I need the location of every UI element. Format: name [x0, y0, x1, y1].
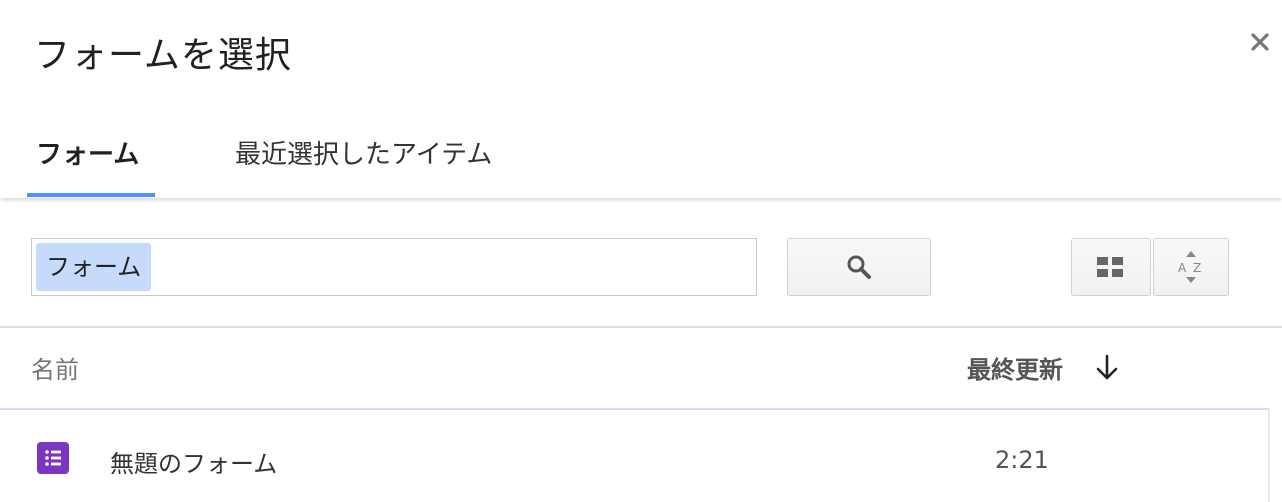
file-name: 無題のフォーム	[110, 450, 278, 478]
arrow-down-icon[interactable]	[1094, 354, 1120, 382]
sort-button[interactable]: A Z	[1153, 238, 1229, 296]
picker-dialog: フォームを選択 フォーム 最近選択したアイテム フォーム A Z 名前 最終更新…	[0, 0, 1282, 502]
search-button[interactable]	[787, 238, 931, 296]
sort-az-icon: A Z	[1178, 251, 1201, 283]
file-modified-time: 2:21	[995, 446, 1049, 474]
search-input[interactable]: フォーム	[31, 238, 757, 296]
svg-text:A: A	[1178, 261, 1187, 275]
svg-text:Z: Z	[1193, 261, 1201, 275]
forms-icon	[37, 442, 69, 474]
dialog-title: フォームを選択	[34, 35, 292, 76]
grid-view-icon	[1097, 257, 1123, 277]
search-chip[interactable]: フォーム	[36, 243, 152, 291]
toolbar-divider	[0, 326, 1282, 328]
column-header-modified[interactable]: 最終更新	[967, 350, 1063, 385]
list-item[interactable]: 無題のフォーム 2:21	[0, 410, 1268, 502]
column-header-name[interactable]: 名前	[31, 350, 79, 385]
active-tab-indicator	[27, 193, 155, 197]
close-icon	[1251, 33, 1269, 51]
tab-recent[interactable]: 最近選択したアイテム	[235, 134, 492, 198]
tab-forms[interactable]: フォーム	[36, 134, 139, 198]
search-icon	[847, 255, 871, 279]
list-border	[1268, 408, 1270, 502]
close-button[interactable]	[1248, 30, 1272, 54]
view-toggle-button[interactable]	[1071, 238, 1151, 296]
